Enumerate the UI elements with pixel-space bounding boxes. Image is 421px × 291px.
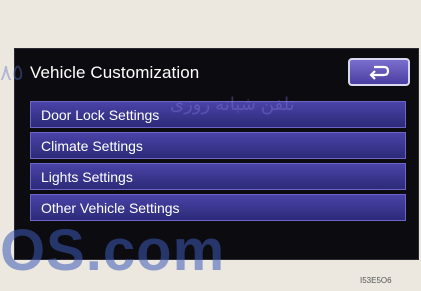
page-title: Vehicle Customization xyxy=(30,63,200,82)
watermark-domain-text: OS.com xyxy=(0,218,226,283)
watermark-digits: ٨٥ xyxy=(0,60,24,85)
menu-item-other-vehicle-settings[interactable]: Other Vehicle Settings xyxy=(30,194,406,221)
menu-item-label: Lights Settings xyxy=(41,168,133,185)
watermark-persian-text: تلفن شبانه روزی xyxy=(170,94,295,114)
menu-item-label: Other Vehicle Settings xyxy=(41,199,180,216)
menu-item-label: Door Lock Settings xyxy=(41,106,160,123)
menu-item-lights-settings[interactable]: Lights Settings xyxy=(30,163,406,190)
settings-menu: Door Lock Settings Climate Settings Ligh… xyxy=(30,101,406,225)
menu-item-label: Climate Settings xyxy=(41,137,143,154)
back-button[interactable] xyxy=(348,58,410,86)
menu-item-climate-settings[interactable]: Climate Settings xyxy=(30,132,406,159)
image-code: I53E5O6 xyxy=(360,276,392,285)
return-arrow-icon xyxy=(369,65,390,80)
